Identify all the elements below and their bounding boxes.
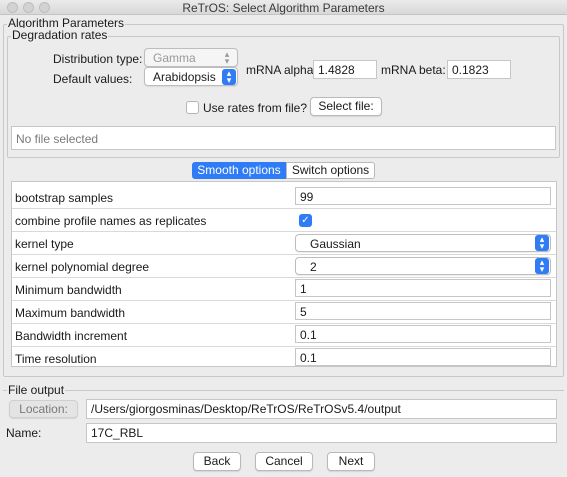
next-button[interactable]: Next: [327, 452, 375, 471]
default-values-value: Arabidopsis: [153, 70, 216, 84]
minimum-bandwidth-input[interactable]: 1: [295, 279, 551, 297]
mrna-beta-input[interactable]: 0.1823: [447, 60, 511, 79]
mrna-alpha-label: mRNA alpha:: [246, 63, 317, 77]
tab-switch-options[interactable]: Switch options: [286, 162, 375, 179]
default-values-label: Default values:: [53, 72, 133, 86]
file-output-separator: [3, 390, 564, 391]
table-row: Maximum bandwidth 5: [12, 301, 556, 324]
selected-file-display: No file selected: [11, 126, 556, 150]
up-down-chevron-icon: ▴ ▾: [535, 235, 549, 251]
table-row: Time resolution 0.1: [12, 347, 556, 370]
tab-smooth-options[interactable]: Smooth options: [192, 162, 286, 179]
degradation-rates-title: Degradation rates: [11, 28, 109, 42]
checkmark-icon: ✓: [301, 215, 310, 226]
kernel-polynomial-degree-label: kernel polynomial degree: [15, 260, 150, 274]
default-values-select[interactable]: Arabidopsis ▴ ▾: [144, 67, 238, 86]
kernel-polynomial-degree-value: 2: [310, 260, 317, 274]
mrna-beta-label: mRNA beta:: [381, 63, 446, 77]
name-label: Name:: [6, 426, 42, 440]
bandwidth-increment-label: Bandwidth increment: [15, 329, 128, 343]
use-rates-from-file-label: Use rates from file?: [203, 101, 308, 115]
table-row: bootstrap samples 99: [12, 186, 556, 209]
up-down-chevron-icon: ▴ ▾: [222, 69, 236, 85]
file-output-title: File output: [7, 383, 66, 397]
back-button[interactable]: Back: [193, 452, 241, 471]
smooth-options-table: bootstrap samples 99 combine profile nam…: [11, 181, 557, 367]
mrna-alpha-input[interactable]: 1.4828: [313, 60, 377, 79]
distribution-type-select[interactable]: Gamma ▴ ▾: [144, 48, 238, 67]
location-button[interactable]: Location:: [9, 400, 78, 418]
location-path-input[interactable]: /Users/giorgosminas/Desktop/ReTrOS/ReTrO…: [86, 399, 557, 419]
table-row: combine profile names as replicates ✓: [12, 209, 556, 232]
table-row: Minimum bandwidth 1: [12, 278, 556, 301]
title-bar[interactable]: ReTrOS: Select Algorithm Parameters: [0, 0, 567, 15]
distribution-type-value: Gamma: [153, 51, 196, 65]
kernel-type-value: Gaussian: [310, 237, 361, 251]
distribution-type-label: Distribution type:: [53, 52, 143, 66]
combine-replicates-checkbox[interactable]: ✓: [299, 214, 312, 227]
kernel-polynomial-degree-select[interactable]: 2 ▴ ▾: [295, 257, 551, 275]
time-resolution-label: Time resolution: [15, 352, 97, 366]
maximum-bandwidth-input[interactable]: 5: [295, 302, 551, 320]
minimum-bandwidth-label: Minimum bandwidth: [15, 283, 122, 297]
kernel-type-label: kernel type: [15, 237, 74, 251]
bandwidth-increment-input[interactable]: 0.1: [295, 325, 551, 343]
table-row: kernel type Gaussian ▴ ▾: [12, 232, 556, 255]
bootstrap-samples-input[interactable]: 99: [295, 187, 551, 205]
combine-replicates-label: combine profile names as replicates: [15, 214, 207, 228]
table-row: kernel polynomial degree 2 ▴ ▾: [12, 255, 556, 278]
table-row: Bandwidth increment 0.1: [12, 324, 556, 347]
window-title: ReTrOS: Select Algorithm Parameters: [182, 1, 385, 15]
select-file-button[interactable]: Select file:: [310, 97, 382, 116]
use-rates-from-file-checkbox[interactable]: [186, 101, 199, 114]
maximum-bandwidth-label: Maximum bandwidth: [15, 306, 126, 320]
time-resolution-input[interactable]: 0.1: [295, 348, 551, 366]
name-input[interactable]: 17C_RBL: [86, 423, 557, 443]
up-down-chevron-icon: ▴ ▾: [535, 258, 549, 274]
up-down-chevron-icon: ▴ ▾: [224, 49, 230, 66]
bootstrap-samples-label: bootstrap samples: [15, 191, 114, 205]
kernel-type-select[interactable]: Gaussian ▴ ▾: [295, 234, 551, 252]
cancel-button[interactable]: Cancel: [255, 452, 313, 471]
dialog-window: ReTrOS: Select Algorithm Parameters Algo…: [0, 0, 567, 477]
